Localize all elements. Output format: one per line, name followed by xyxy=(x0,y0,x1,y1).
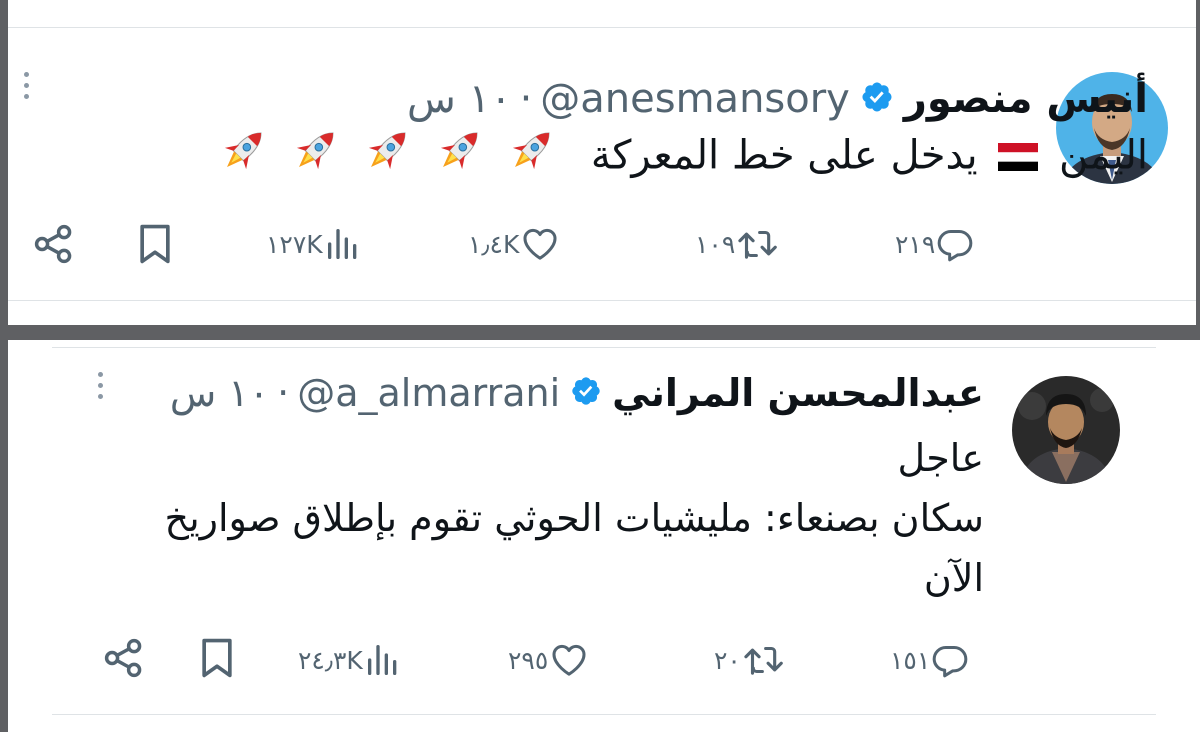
views-count: ٢٤٫٣K xyxy=(298,645,363,675)
more-icon[interactable] xyxy=(98,372,103,399)
tweet-text-line: الآن xyxy=(923,556,984,600)
bookmark-button[interactable] xyxy=(136,222,174,266)
reply-button[interactable]: ١٥١ xyxy=(890,640,970,680)
tweet-card[interactable]: أنيس منصور @anesmansory · ١٠ س اليمن يدخ… xyxy=(8,0,1196,325)
reply-button[interactable]: ٢١٩ xyxy=(895,224,975,264)
retweet-button[interactable]: ٢٠ xyxy=(714,640,787,680)
views-count: ١٢٧K xyxy=(266,229,323,259)
share-button[interactable] xyxy=(102,636,146,680)
tweet-card[interactable]: عبدالمحسن المراني @a_almarrani · ١٠ س عا… xyxy=(8,340,1200,732)
like-button[interactable]: ١٫٤K xyxy=(468,224,561,264)
verified-badge-icon xyxy=(860,80,894,118)
reply-icon xyxy=(930,640,970,680)
tweet-header: أنيس منصور @anesmansory · ١٠ س xyxy=(407,74,1148,124)
more-icon[interactable] xyxy=(24,72,29,99)
tweet-text-part: اليمن xyxy=(1059,132,1148,179)
share-icon xyxy=(102,636,146,680)
timestamp[interactable]: ١٠ س xyxy=(407,76,512,122)
retweet-button[interactable]: ١٠٩ xyxy=(695,224,781,264)
rocket-emoji-row xyxy=(218,124,558,191)
retweet-count: ٢٠ xyxy=(714,645,741,675)
views-icon xyxy=(363,640,403,680)
tweet-text: عاجل سكان بصنعاء: مليشيات الحوثي تقوم بإ… xyxy=(165,428,984,608)
rocket-icon xyxy=(506,124,558,191)
rocket-icon xyxy=(434,124,486,191)
yemen-flag-icon xyxy=(998,130,1039,186)
views-icon xyxy=(323,224,363,264)
timestamp[interactable]: ١٠ س xyxy=(170,371,269,415)
tweet-header: عبدالمحسن المراني @a_almarrani · ١٠ س xyxy=(170,368,984,418)
like-button[interactable]: ٢٩٥ xyxy=(508,640,590,680)
tweet-text-part: يدخل على خط المعركة xyxy=(590,132,978,179)
heart-icon xyxy=(519,224,561,264)
views-button[interactable]: ١٢٧K xyxy=(266,224,363,264)
bookmark-icon xyxy=(198,636,236,680)
tweet-screenshot-bottom: عبدالمحسن المراني @a_almarrani · ١٠ س عا… xyxy=(8,340,1200,732)
avatar-photo xyxy=(1012,376,1120,484)
like-count: ٢٩٥ xyxy=(508,645,549,675)
user-handle[interactable]: @anesmansory xyxy=(540,76,850,122)
share-button[interactable] xyxy=(32,222,76,266)
rocket-icon xyxy=(218,124,270,191)
verified-badge-icon xyxy=(570,375,602,411)
views-button[interactable]: ٢٤٫٣K xyxy=(298,640,403,680)
bookmark-icon xyxy=(136,222,174,266)
separator-dot: · xyxy=(277,371,290,415)
reply-icon xyxy=(935,224,975,264)
tweet-text-line: عاجل xyxy=(897,436,984,480)
tweet-text: اليمن يدخل على خط المعركة xyxy=(218,124,1148,191)
retweet-icon xyxy=(741,640,787,680)
reply-count: ٢١٩ xyxy=(895,229,936,259)
display-name[interactable]: أنيس منصور xyxy=(904,76,1148,122)
tweet-text-line: سكان بصنعاء: مليشيات الحوثي تقوم بإطلاق … xyxy=(164,496,984,540)
retweet-icon xyxy=(735,224,781,264)
tweet-text-line: اليمن يدخل على خط المعركة xyxy=(218,124,1148,191)
bottom-divider xyxy=(52,714,1156,715)
avatar[interactable] xyxy=(1012,376,1120,484)
rocket-icon xyxy=(290,124,342,191)
like-count: ١٫٤K xyxy=(468,229,520,259)
rocket-icon xyxy=(362,124,414,191)
reply-count: ١٥١ xyxy=(890,645,931,675)
heart-icon xyxy=(548,640,590,680)
display-name[interactable]: عبدالمحسن المراني xyxy=(612,371,984,415)
bookmark-button[interactable] xyxy=(198,636,236,680)
user-handle[interactable]: @a_almarrani xyxy=(297,371,560,415)
bottom-divider xyxy=(8,300,1196,301)
share-icon xyxy=(32,222,76,266)
tweet-screenshot-top: أنيس منصور @anesmansory · ١٠ س اليمن يدخ… xyxy=(8,0,1196,325)
retweet-count: ١٠٩ xyxy=(695,229,736,259)
separator-dot: · xyxy=(519,76,533,122)
